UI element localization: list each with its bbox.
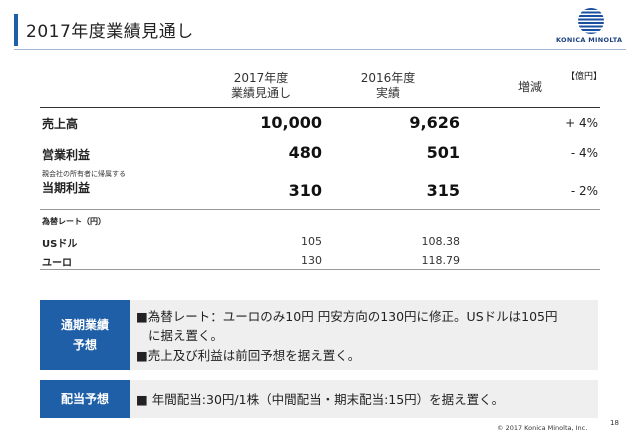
row-label-net-income: 当期利益 <box>42 181 91 195</box>
fx-label-usd: USドル <box>42 239 78 250</box>
forecast-label: 通期業績 予想 <box>40 300 130 370</box>
row-label-operating-profit: 営業利益 <box>42 148 91 162</box>
sales-change-value: + 4% <box>565 116 598 130</box>
konica-minolta-logo-icon <box>578 8 604 34</box>
sales-2017-value: 10,000 <box>260 113 322 132</box>
sales-2016-value: 9,626 <box>409 113 460 132</box>
column-header-change: 増減 <box>517 80 542 94</box>
forecast-label-line1: 通期業績 <box>60 318 109 332</box>
fx-eur-2017: 130 <box>301 254 322 267</box>
operating-profit-change-value: - 4% <box>570 146 598 160</box>
fx-label-eur: ユーロ <box>42 258 72 269</box>
page-title: 2017年度業績見通し <box>26 22 194 42</box>
header-divider <box>14 49 626 50</box>
column-header-2017: 2017年度 業績見通し <box>216 71 306 101</box>
forecast-bullet-1: ■為替レート：ユーロのみ10円 円安方向の130円に修正。USドルは105円 <box>136 309 558 324</box>
operating-profit-2016-value: 501 <box>426 143 460 162</box>
operating-profit-2017-value: 480 <box>288 143 322 162</box>
page-number: 18 <box>610 419 619 427</box>
forecast-body: ■為替レート：ユーロのみ10円 円安方向の130円に修正。USドルは105円 に… <box>130 300 598 370</box>
dividend-label: 配当予想 <box>40 380 130 418</box>
logo-wordmark: KONICA MINOLTA <box>556 36 623 44</box>
fx-usd-2016: 108.38 <box>421 235 461 248</box>
net-income-2017-value: 310 <box>288 181 322 200</box>
fx-usd-2017: 105 <box>301 235 322 248</box>
forecast-bullet-2: ■売上及び利益は前回予想を据え置く。 <box>136 348 361 363</box>
forecast-label-line2: 予想 <box>72 338 97 352</box>
forecast-bullet-1-cont: に据え置く。 <box>148 328 224 343</box>
fx-heading: 為替レート（円） <box>42 217 106 226</box>
dividend-text: ■ 年間配当:30円/1株（中間配当・期末配当:15円）を据え置く。 <box>136 392 505 407</box>
row-label-sales: 売上高 <box>42 117 79 131</box>
column-header-2016-line2: 実績 <box>375 86 400 100</box>
table-top-rule <box>40 107 600 108</box>
copyright: © 2017 Konica Minolta, Inc. <box>497 424 588 432</box>
table-bottom-rule <box>40 269 600 270</box>
row-sublabel-net-income: 親会社の所有者に帰属する <box>42 170 126 178</box>
header-accent-bar <box>14 14 18 46</box>
fx-eur-2016: 118.79 <box>421 254 461 267</box>
column-header-2016-line1: 2016年度 <box>360 71 416 85</box>
column-header-2017-line1: 2017年度 <box>233 71 289 85</box>
net-income-2016-value: 315 <box>426 181 460 200</box>
dividend-body: ■ 年間配当:30円/1株（中間配当・期末配当:15円）を据え置く。 <box>130 380 598 418</box>
column-header-2016: 2016年度 実績 <box>348 71 428 101</box>
net-income-change-value: - 2% <box>570 184 598 198</box>
table-mid-rule <box>40 209 600 210</box>
unit-label: 【億円】 <box>566 72 603 82</box>
column-header-2017-line2: 業績見通し <box>230 86 291 100</box>
